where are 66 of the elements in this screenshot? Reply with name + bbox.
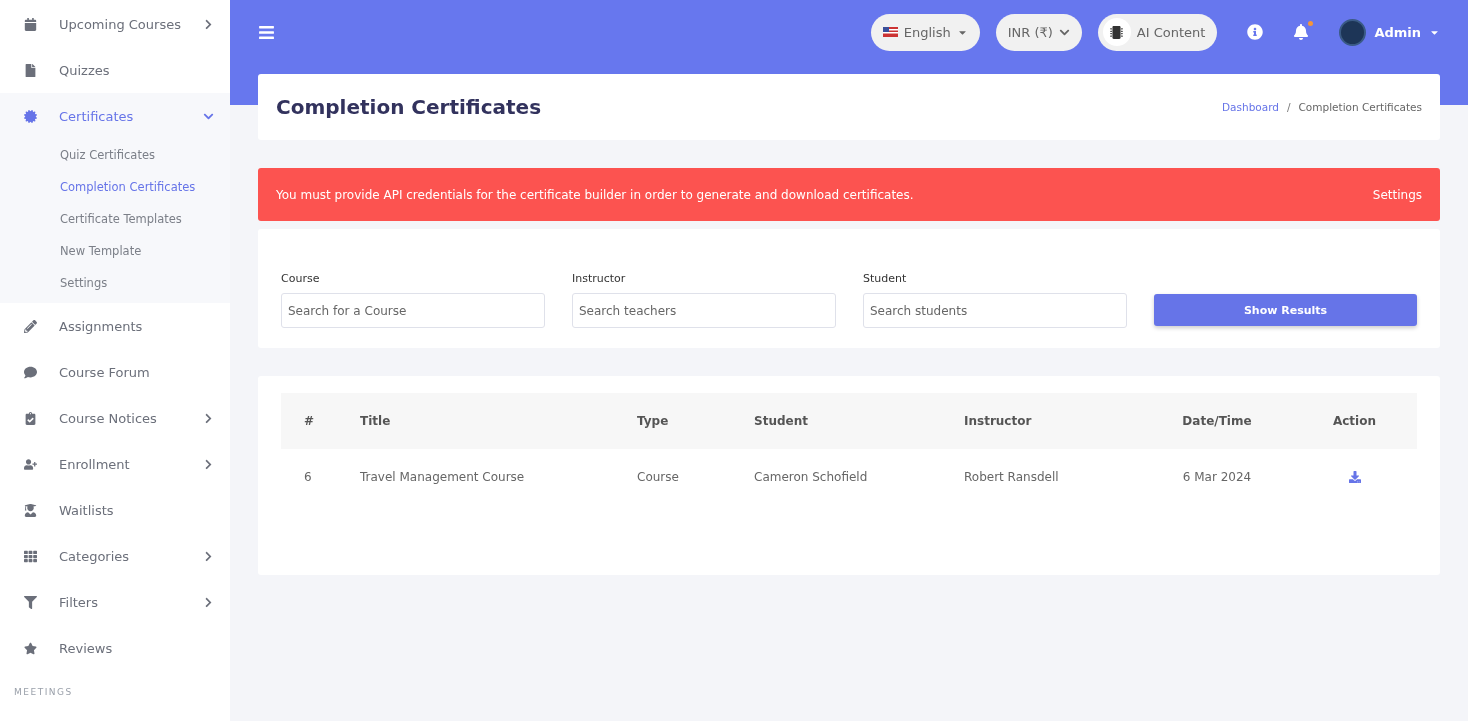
sidebar-item[interactable]: Reviews	[0, 625, 230, 671]
breadcrumb-link[interactable]: Dashboard	[1222, 101, 1279, 113]
chevron-right-icon	[203, 596, 214, 608]
page-title: Completion Certificates	[276, 95, 542, 119]
column-header: Type	[637, 414, 670, 428]
calendar-icon	[24, 17, 37, 31]
table-cell-text: Robert Ransdell	[964, 469, 1060, 484]
grid-icon	[24, 549, 37, 563]
filter-icon	[24, 595, 37, 609]
breadcrumb-current: Completion Certificates	[1298, 101, 1422, 113]
download-icon[interactable]	[1348, 470, 1361, 483]
column-header: Action	[1331, 414, 1377, 428]
sidebar-item[interactable]: Assignments	[0, 303, 230, 349]
menu-icon[interactable]	[258, 23, 275, 41]
chip-icon	[1110, 25, 1124, 39]
user-plus-icon	[24, 457, 37, 471]
sidebar-subitem[interactable]: Settings	[0, 267, 230, 299]
graduate-icon	[24, 503, 37, 517]
user-menu[interactable]: Admin	[1339, 18, 1440, 46]
table-cell-text: Course	[637, 469, 680, 484]
star-icon	[24, 641, 37, 655]
alert-message: You must provide API credentials for the certificate builder in order to generate and download certificates.	[276, 187, 914, 202]
info-icon[interactable]	[1247, 24, 1264, 40]
sidebar-item[interactable]: Enrollment	[0, 441, 230, 487]
field-label: Student	[863, 272, 908, 285]
column-header: Title	[360, 414, 392, 428]
comment-icon	[24, 365, 37, 379]
column-header: Student	[754, 414, 809, 428]
sidebar-item[interactable]: Categories	[0, 533, 230, 579]
sidebar-item[interactable]: Filters	[0, 579, 230, 625]
field-label: Instructor	[572, 272, 627, 285]
sidebar-item[interactable]: Course Forum	[0, 349, 230, 395]
sidebar-item[interactable]: Course Notices	[0, 395, 230, 441]
badge-icon	[24, 109, 37, 123]
field-label: Course	[281, 272, 321, 285]
file-icon	[24, 63, 37, 77]
sidebar-item[interactable]: Certificates	[0, 93, 230, 139]
show-results-button[interactable]: Show Results	[1154, 294, 1417, 326]
search-field[interactable]: Search students	[863, 293, 1127, 328]
search-field[interactable]: Search for a Course	[281, 293, 545, 328]
sidebar-subitem[interactable]: Completion Certificates	[0, 171, 230, 203]
breadcrumb-separator: /	[1286, 101, 1291, 113]
search-field[interactable]: Search teachers	[572, 293, 836, 328]
sidebar-subitem[interactable]: Quiz Certificates	[0, 139, 230, 171]
chevron-right-icon	[203, 550, 214, 562]
table-cell-text: 6 Mar 2024	[1181, 469, 1253, 484]
bell-icon[interactable]	[1293, 24, 1310, 40]
chevron-right-icon	[203, 18, 214, 30]
sidebar-item[interactable]: Waitlists	[0, 487, 230, 533]
sidebar-item[interactable]: Upcoming Courses	[0, 1, 230, 47]
chevron-right-icon	[203, 458, 214, 470]
chevron-right-icon	[203, 412, 214, 424]
column-header: Instructor	[964, 414, 1033, 428]
sidebar-subitem[interactable]: Certificate Templates	[0, 203, 230, 235]
column-header: Date/Time	[1181, 414, 1253, 428]
sidebar-item[interactable]: Quizzes	[0, 47, 230, 93]
column-header: #	[304, 414, 316, 428]
section-heading: MEETINGS	[13, 686, 74, 699]
pencil-icon	[24, 319, 37, 333]
flag-icon	[882, 27, 898, 37]
sidebar-subitem[interactable]: New Template	[0, 235, 230, 267]
settings-link[interactable]: Settings	[1372, 187, 1422, 202]
table-cell-text: Cameron Schofield	[754, 469, 869, 484]
table-cell-text: Travel Management Course	[360, 469, 526, 484]
clipboard-icon	[24, 411, 37, 425]
table-cell-text: 6	[304, 469, 313, 484]
